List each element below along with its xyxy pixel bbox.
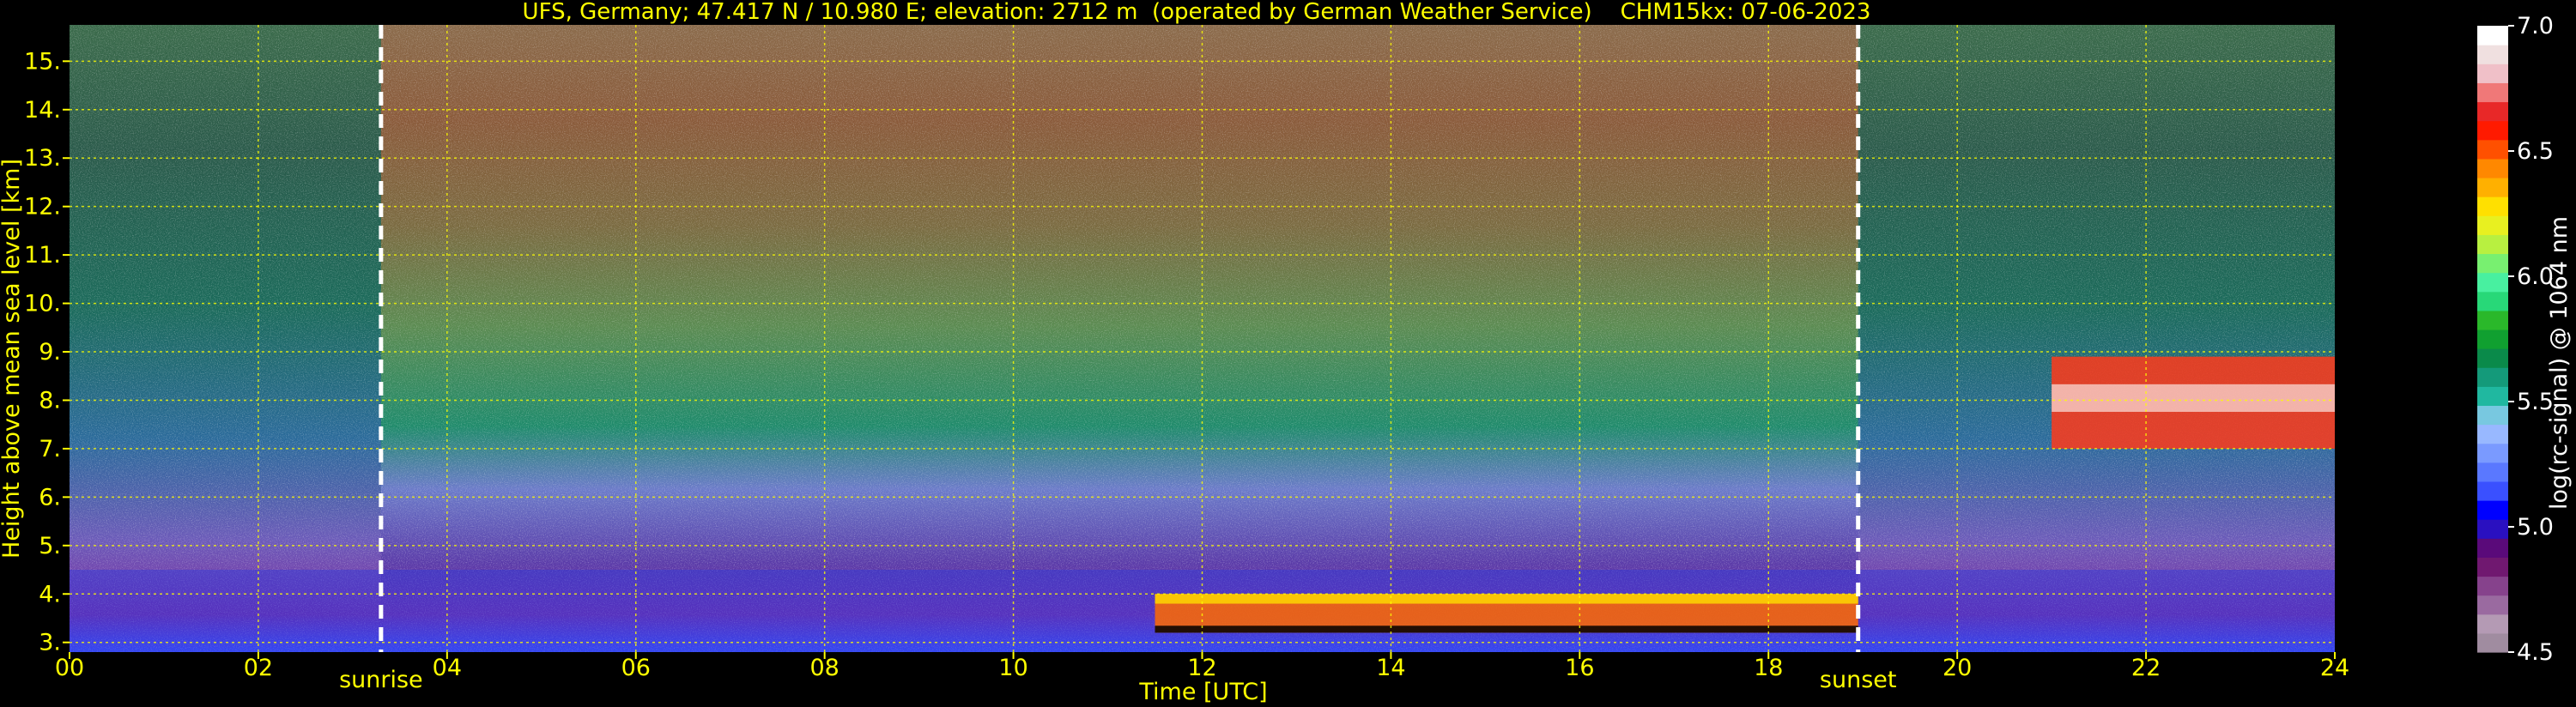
colorbar-segment	[2477, 120, 2508, 141]
x-tick-label: 06	[621, 655, 651, 681]
y-tick-label: 13.	[24, 145, 61, 172]
colorbar-segment	[2477, 158, 2508, 178]
feature-cirrus-core	[2052, 384, 2335, 413]
colorbar-segment	[2477, 480, 2508, 501]
x-tick-label: 10	[998, 655, 1027, 681]
colorbar-segment	[2477, 177, 2508, 197]
y-tick-label: 6.	[39, 484, 61, 511]
y-tick-label: 11.	[24, 242, 61, 269]
y-tick-label: 14.	[24, 97, 61, 124]
chart-title: UFS, Germany; 47.417 N / 10.980 E; eleva…	[523, 0, 1871, 25]
x-tick-label: 08	[809, 655, 839, 681]
x-tick-label: 14	[1376, 655, 1405, 681]
y-tick-label: 9.	[39, 339, 61, 366]
x-tick-label: 16	[1565, 655, 1594, 681]
colorbar-segment	[2477, 215, 2508, 235]
colorbar-segment	[2477, 462, 2508, 482]
colorbar-segment	[2477, 500, 2508, 520]
colorbar-segment	[2477, 367, 2508, 387]
x-tick-label: 02	[244, 655, 273, 681]
colorbar-segment	[2477, 82, 2508, 103]
colorbar-segment	[2477, 101, 2508, 122]
colorbar-label: log(rc-signal) @ 1064 nm	[2546, 216, 2573, 510]
colorbar-tick-label: 6.5	[2517, 138, 2554, 165]
colorbar-segment	[2477, 310, 2508, 330]
x-tick-label: 04	[433, 655, 462, 681]
colorbar-segment	[2477, 26, 2508, 45]
colorbar-segment	[2477, 613, 2508, 634]
colorbar-segment	[2477, 595, 2508, 615]
x-tick-label: 18	[1754, 655, 1783, 681]
y-tick-label: 12.	[24, 194, 61, 221]
colorbar-tick-label: 4.5	[2517, 639, 2554, 666]
colorbar-segment	[2477, 386, 2508, 407]
event-label-sunset: sunset	[1820, 667, 1897, 693]
colorbar-segment	[2477, 519, 2508, 539]
y-tick-label: 3.	[39, 630, 61, 656]
y-tick-label: 4.	[39, 581, 61, 607]
x-tick-label: 24	[2320, 655, 2349, 681]
x-tick-label: 20	[1943, 655, 1972, 681]
colorbar-segment	[2477, 557, 2508, 577]
x-tick-label: 22	[2131, 655, 2161, 681]
colorbar-segment	[2477, 139, 2508, 160]
y-tick-label: 5.	[39, 533, 61, 559]
colorbar-segment	[2477, 348, 2508, 368]
colorbar-segment	[2477, 253, 2508, 274]
x-tick-label: 00	[55, 655, 84, 681]
colorbar-segment	[2477, 443, 2508, 463]
colorbar-segment	[2477, 424, 2508, 444]
y-tick-label: 8.	[39, 387, 61, 414]
y-tick-label: 7.	[39, 436, 61, 462]
colorbar-tick-label: 5.0	[2517, 514, 2554, 541]
colorbar-segment	[2477, 405, 2508, 426]
y-tick-label: 10.	[24, 291, 61, 317]
feature-cloud-top	[1155, 594, 1858, 604]
colorbar-segment	[2477, 538, 2508, 558]
event-label-sunrise: sunrise	[339, 667, 423, 693]
feature-cloud-base-line	[1155, 625, 1858, 633]
colorbar-tick-label: 7.0	[2517, 13, 2554, 39]
x-axis-label: Time [UTC]	[1138, 679, 1267, 705]
colorbar-segment	[2477, 329, 2508, 349]
colorbar-segment	[2477, 234, 2508, 255]
y-axis-label: Height above mean sea level [km]	[0, 159, 25, 559]
ceilometer-chart: sunrise sunset 00 02 04 06 08 10 12 14 16 18 20 22 24…	[0, 0, 2576, 707]
y-tick-label: 15.	[24, 48, 61, 75]
colorbar-segment	[2477, 45, 2508, 64]
colorbar-segment	[2477, 272, 2508, 293]
colorbar-segment	[2477, 576, 2508, 596]
colorbar-segment	[2477, 196, 2508, 216]
x-tick-label: 12	[1187, 655, 1216, 681]
colorbar-segment	[2477, 291, 2508, 311]
colorbar-segment	[2477, 63, 2508, 83]
colorbar-segment	[2477, 632, 2508, 653]
